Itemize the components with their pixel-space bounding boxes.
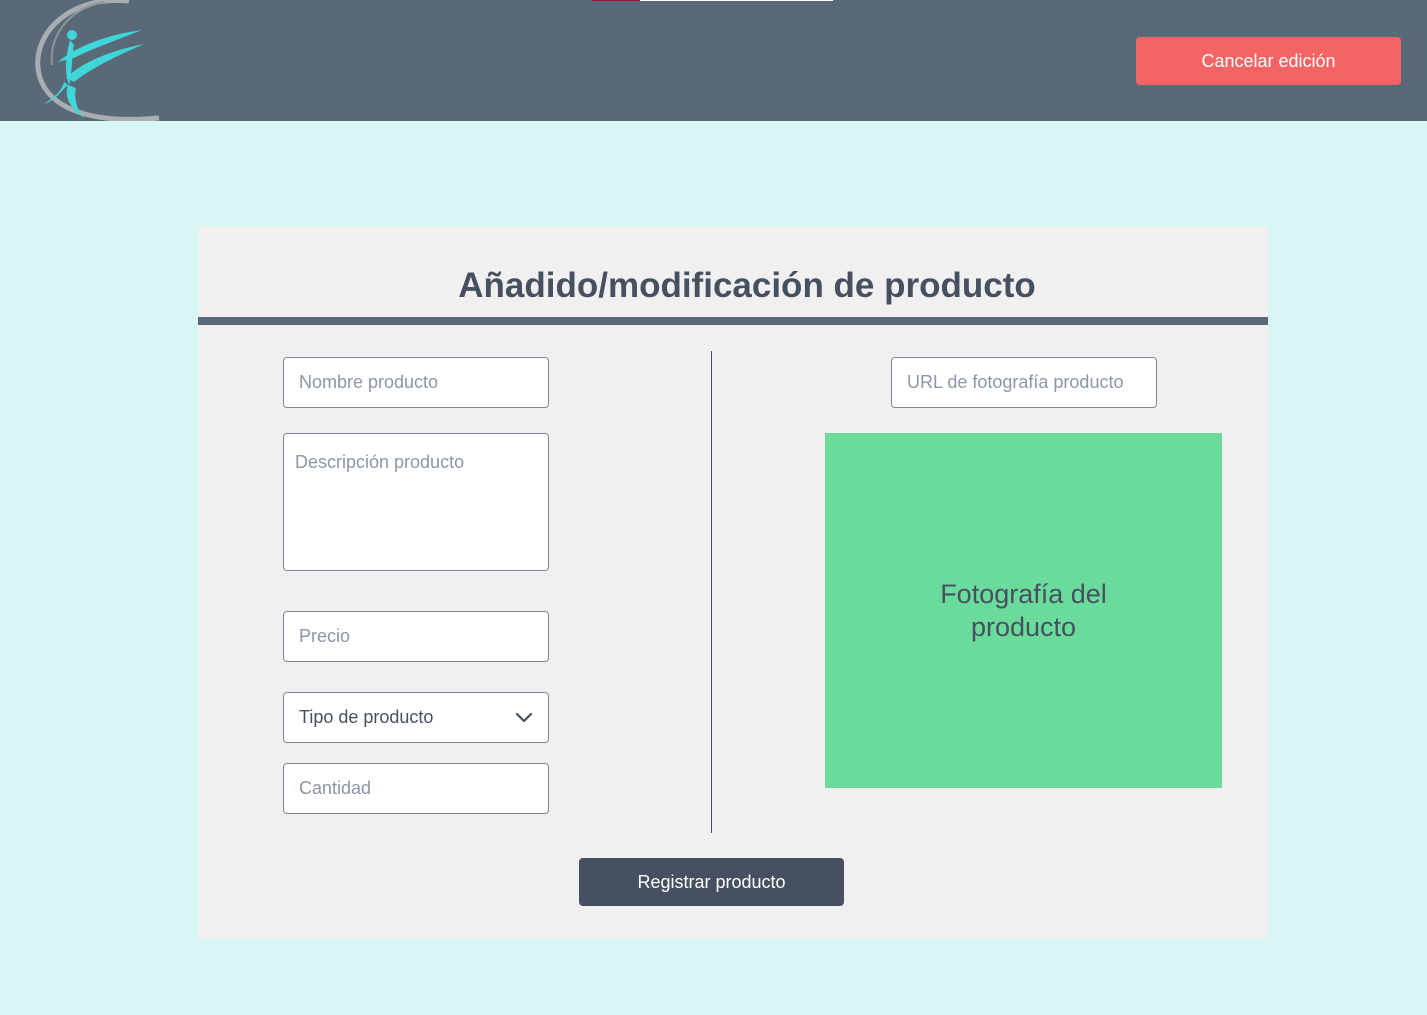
top-header: Cancelar edición [0,0,1427,121]
product-type-select-value: Tipo de producto [299,707,434,727]
quantity-input[interactable] [283,763,549,814]
gymnast-logo-icon[interactable] [34,0,164,121]
product-photo-preview: Fotografía del producto [825,433,1222,788]
product-form-card: Añadido/modificación de producto Tipo de… [198,226,1268,939]
column-divider [711,351,712,833]
photo-url-input[interactable] [891,357,1157,408]
register-product-button[interactable]: Registrar producto [579,858,844,906]
product-type-select[interactable]: Tipo de producto [283,692,549,743]
chevron-down-icon [515,712,533,722]
photo-preview-label: Fotografía del producto [940,578,1107,642]
product-name-input[interactable] [283,357,549,408]
price-input[interactable] [283,611,549,662]
header-accent-strip [592,0,640,1]
title-divider [198,317,1268,325]
header-accent-strip-light [640,0,833,1]
product-description-input[interactable] [283,433,549,571]
cancel-edit-button[interactable]: Cancelar edición [1136,37,1401,85]
page-title: Añadido/modificación de producto [458,266,1036,305]
